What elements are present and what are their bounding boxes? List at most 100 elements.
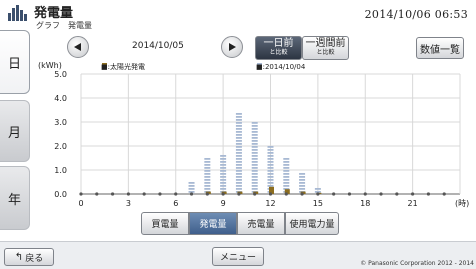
compare-prev-day-button[interactable]: 一日前 と比較 — [255, 36, 302, 60]
prev-day-button[interactable] — [67, 36, 89, 58]
compare-bar-segment — [235, 122, 242, 124]
hour-marker — [411, 192, 415, 196]
tab-day[interactable]: 日 — [0, 30, 30, 94]
compare-bar-segment — [235, 119, 242, 121]
hour-marker — [395, 192, 399, 196]
compare-bar-segment — [235, 170, 242, 172]
compare-bar-segment — [204, 167, 211, 169]
compare-bar-segment — [235, 173, 242, 175]
compare-bar-segment — [235, 128, 242, 130]
chart-bars — [188, 113, 322, 194]
compare-bar-segment — [251, 188, 258, 190]
compare-prev-week-button[interactable]: 一週間前 と比較 — [302, 36, 349, 60]
y-tick-label: 1.0 — [54, 166, 67, 175]
bar-chart-icon — [8, 5, 27, 21]
x-tick-label: 21 — [408, 199, 418, 208]
menu-button[interactable]: メニュー — [212, 247, 264, 266]
x-tick-label: 6 — [173, 199, 178, 208]
compare-bar-segment — [235, 137, 242, 139]
compare-bar-segment — [235, 113, 242, 115]
purchased-power-button[interactable]: 買電量 — [141, 212, 189, 235]
compare-bar-segment — [251, 182, 258, 184]
y-axis-label: (kWh) — [38, 61, 62, 70]
compare-bar-segment — [283, 182, 290, 184]
hour-marker — [284, 192, 288, 196]
compare-bar-segment — [251, 179, 258, 181]
compare-bar-segment — [283, 179, 290, 181]
compare-bar-segment — [235, 164, 242, 166]
compare-bar-segment — [235, 146, 242, 148]
chart-axes: 5.0 4.0 3.0 2.0 1.0 0.0 0 3 6 9 12 15 18 21 — [54, 70, 446, 208]
x-tick-label: 15 — [313, 199, 323, 208]
return-arrow-icon: ↰ — [14, 251, 24, 263]
compare-bar-segment — [299, 182, 306, 184]
hour-marker — [426, 192, 431, 196]
compare-bar-segment — [283, 161, 290, 163]
compare-bar-segment — [220, 161, 227, 163]
compare-bar-segment — [235, 167, 242, 169]
hour-marker — [189, 192, 194, 196]
value-list-button[interactable]: 数値一覧 — [416, 37, 464, 59]
compare-bar-segment — [251, 176, 258, 178]
compare-bar-segment — [220, 170, 227, 172]
compare-bar-segment — [235, 116, 242, 118]
x-tick-label: 9 — [221, 199, 226, 208]
hour-marker — [237, 192, 241, 196]
compare-bar-segment — [220, 179, 227, 181]
copyright-text: © Panasonic Corporation 2012 - 2014 — [360, 260, 474, 267]
compare-bar-segment — [267, 173, 274, 175]
compare-bar-segment — [267, 182, 274, 184]
compare-bar-segment — [251, 137, 258, 139]
compare-bar-segment — [299, 185, 306, 187]
x-tick-label: 12 — [265, 199, 275, 208]
compare-bar-segment — [251, 122, 258, 124]
compare-prev-day-sublabel: と比較 — [269, 49, 288, 56]
compare-bar-segment — [251, 149, 258, 151]
compare-bar-segment — [204, 173, 211, 175]
compare-bar-segment — [267, 167, 274, 169]
legend-compare-label: ■:2014/10/04 — [256, 63, 306, 71]
back-button-label: 戻る — [25, 253, 44, 264]
compare-bar-segment — [283, 185, 290, 187]
compare-prev-week-sublabel: と比較 — [316, 49, 335, 56]
compare-bar-segment — [204, 161, 211, 163]
compare-bar-segment — [204, 185, 211, 187]
compare-bar-segment — [267, 152, 274, 154]
sold-power-button[interactable]: 売電量 — [237, 212, 285, 235]
next-day-button[interactable] — [221, 36, 243, 58]
compare-bar-segment — [188, 185, 195, 187]
hour-marker — [221, 192, 225, 196]
compare-bar-segment — [251, 158, 258, 160]
y-tick-label: 4.0 — [54, 94, 67, 103]
power-usage-button[interactable]: 使用電力量 — [285, 212, 339, 235]
compare-bar-segment — [235, 188, 242, 190]
tab-month[interactable]: 月 — [0, 100, 30, 162]
compare-bar-segment — [220, 182, 227, 184]
compare-bar-segment — [251, 146, 258, 148]
compare-bar-segment — [267, 179, 274, 181]
hour-marker — [158, 192, 162, 196]
compare-bar-segment — [235, 158, 242, 160]
generated-power-button[interactable]: 発電量 — [189, 212, 237, 235]
triangle-right-icon — [229, 43, 236, 51]
tab-year[interactable]: 年 — [0, 166, 30, 230]
hour-marker — [253, 192, 257, 196]
compare-bar-segment — [267, 161, 274, 163]
breadcrumb: グラフ 発電量 — [36, 21, 92, 30]
back-button[interactable]: ↰ 戻る — [4, 248, 54, 266]
compare-bar-segment — [251, 185, 258, 187]
compare-bar-segment — [235, 143, 242, 145]
hour-marker — [268, 192, 273, 196]
x-axis-label: (時) — [455, 199, 469, 208]
compare-bar-segment — [267, 149, 274, 151]
compare-bar-segment — [251, 170, 258, 172]
compare-bar-segment — [204, 188, 211, 190]
compare-bar-segment — [251, 140, 258, 142]
compare-bar-segment — [188, 182, 195, 184]
compare-prev-week-label: 一週間前 — [305, 38, 346, 49]
compare-bar-segment — [267, 155, 274, 157]
compare-bar-segment — [251, 125, 258, 127]
hour-marker — [316, 192, 320, 196]
x-tick-label: 18 — [360, 199, 370, 208]
compare-bar-segment — [251, 173, 258, 175]
